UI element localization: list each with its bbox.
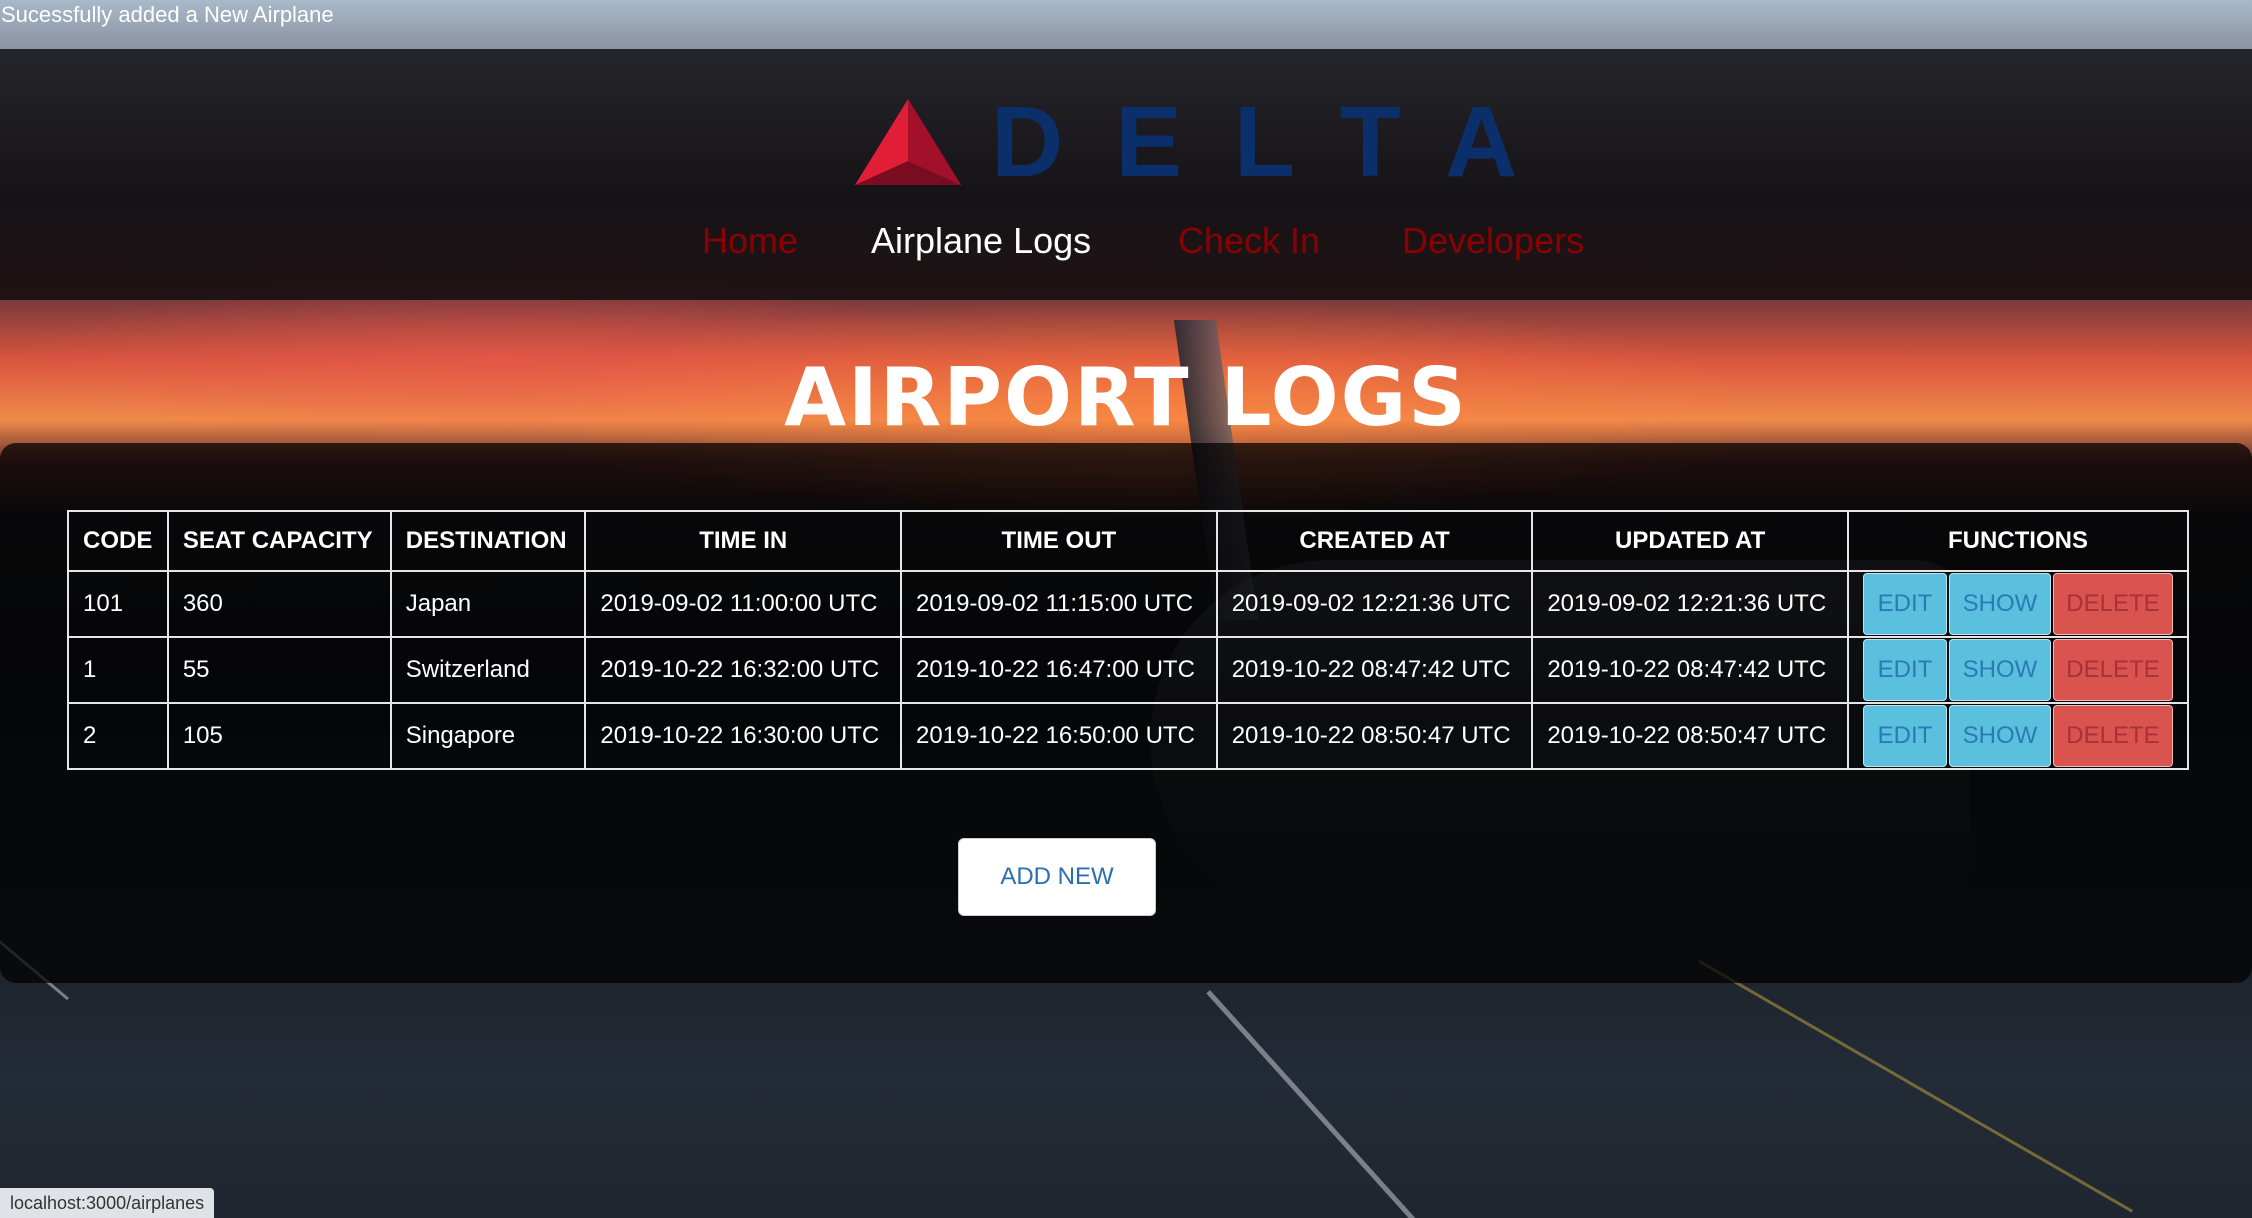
row-actions: EDIT SHOW DELETE bbox=[1862, 639, 2173, 701]
col-updated-at: UPDATED AT bbox=[1531, 510, 1849, 572]
edit-button[interactable]: EDIT bbox=[1862, 573, 1947, 635]
cell-created-at: 2019-10-22 08:47:42 UTC bbox=[1215, 636, 1534, 704]
col-time-out: TIME OUT bbox=[900, 510, 1218, 572]
cell-time-out: 2019-10-22 16:47:00 UTC bbox=[900, 636, 1218, 704]
cell-functions: EDIT SHOW DELETE bbox=[1846, 636, 2190, 704]
col-created-at: CREATED AT bbox=[1215, 510, 1534, 572]
cell-destination: Singapore bbox=[389, 702, 587, 770]
cell-seat-capacity: 55 bbox=[166, 636, 392, 704]
nav-developers[interactable]: Developers bbox=[1402, 217, 1584, 265]
cell-created-at: 2019-10-22 08:50:47 UTC bbox=[1215, 702, 1534, 770]
airplane-logs-table: CODE SEAT CAPACITY DESTINATION TIME IN T… bbox=[67, 510, 2190, 770]
cell-seat-capacity: 105 bbox=[166, 702, 392, 770]
show-button[interactable]: SHOW bbox=[1948, 705, 2051, 767]
add-new-button[interactable]: ADD NEW bbox=[958, 838, 1156, 916]
cell-functions: EDIT SHOW DELETE bbox=[1846, 702, 2190, 770]
col-destination: DESTINATION bbox=[389, 510, 587, 572]
cell-time-out: 2019-09-02 11:15:00 UTC bbox=[900, 570, 1218, 638]
cell-updated-at: 2019-09-02 12:21:36 UTC bbox=[1531, 570, 1849, 638]
cell-destination: Japan bbox=[389, 570, 587, 638]
cell-destination: Switzerland bbox=[389, 636, 587, 704]
site-header: DELTA Home Airplane Logs Check In Develo… bbox=[0, 49, 2252, 300]
delta-logo[interactable]: DELTA bbox=[855, 86, 1570, 198]
logo-wordmark: DELTA bbox=[991, 86, 1570, 198]
cell-code: 2 bbox=[67, 702, 169, 770]
table-row: 2 105 Singapore 2019-10-22 16:30:00 UTC … bbox=[67, 702, 2190, 770]
cell-functions: EDIT SHOW DELETE bbox=[1846, 570, 2190, 638]
cell-time-out: 2019-10-22 16:50:00 UTC bbox=[900, 702, 1218, 770]
col-functions: FUNCTIONS bbox=[1846, 510, 2190, 572]
delta-widget-icon bbox=[855, 99, 961, 185]
col-time-in: TIME IN bbox=[584, 510, 903, 572]
cell-updated-at: 2019-10-22 08:50:47 UTC bbox=[1531, 702, 1849, 770]
page: Sucessfully added a New Airplane DELTA H… bbox=[0, 0, 2252, 1218]
delete-button[interactable]: DELETE bbox=[2052, 573, 2173, 635]
edit-button[interactable]: EDIT bbox=[1862, 705, 1947, 767]
cell-seat-capacity: 360 bbox=[166, 570, 392, 638]
cell-updated-at: 2019-10-22 08:47:42 UTC bbox=[1531, 636, 1849, 704]
row-actions: EDIT SHOW DELETE bbox=[1862, 573, 2173, 635]
page-title: AIRPORT LOGS bbox=[784, 351, 1468, 444]
row-actions: EDIT SHOW DELETE bbox=[1862, 705, 2173, 767]
delete-button[interactable]: DELETE bbox=[2052, 705, 2173, 767]
edit-button[interactable]: EDIT bbox=[1862, 639, 1947, 701]
cell-time-in: 2019-10-22 16:32:00 UTC bbox=[584, 636, 903, 704]
show-button[interactable]: SHOW bbox=[1948, 573, 2051, 635]
nav-home[interactable]: Home bbox=[702, 217, 798, 265]
table-row: 101 360 Japan 2019-09-02 11:00:00 UTC 20… bbox=[67, 570, 2190, 638]
col-seat-capacity: SEAT CAPACITY bbox=[166, 510, 392, 572]
cell-code: 1 bbox=[67, 636, 169, 704]
show-button[interactable]: SHOW bbox=[1948, 639, 2051, 701]
cell-time-in: 2019-09-02 11:00:00 UTC bbox=[584, 570, 903, 638]
cell-created-at: 2019-09-02 12:21:36 UTC bbox=[1215, 570, 1534, 638]
status-bar-url: localhost:3000/airplanes bbox=[0, 1188, 215, 1218]
table-header-row: CODE SEAT CAPACITY DESTINATION TIME IN T… bbox=[67, 510, 2190, 572]
table-row: 1 55 Switzerland 2019-10-22 16:32:00 UTC… bbox=[67, 636, 2190, 704]
cell-time-in: 2019-10-22 16:30:00 UTC bbox=[584, 702, 903, 770]
nav-check-in[interactable]: Check In bbox=[1178, 217, 1320, 265]
flash-message: Sucessfully added a New Airplane bbox=[1, 2, 334, 27]
col-code: CODE bbox=[67, 510, 169, 572]
cell-code: 101 bbox=[67, 570, 169, 638]
flash-notice: Sucessfully added a New Airplane bbox=[0, 0, 2252, 49]
delete-button[interactable]: DELETE bbox=[2052, 639, 2173, 701]
nav-airplane-logs[interactable]: Airplane Logs bbox=[871, 217, 1091, 265]
main-nav: Home Airplane Logs Check In Developers bbox=[0, 217, 2252, 267]
